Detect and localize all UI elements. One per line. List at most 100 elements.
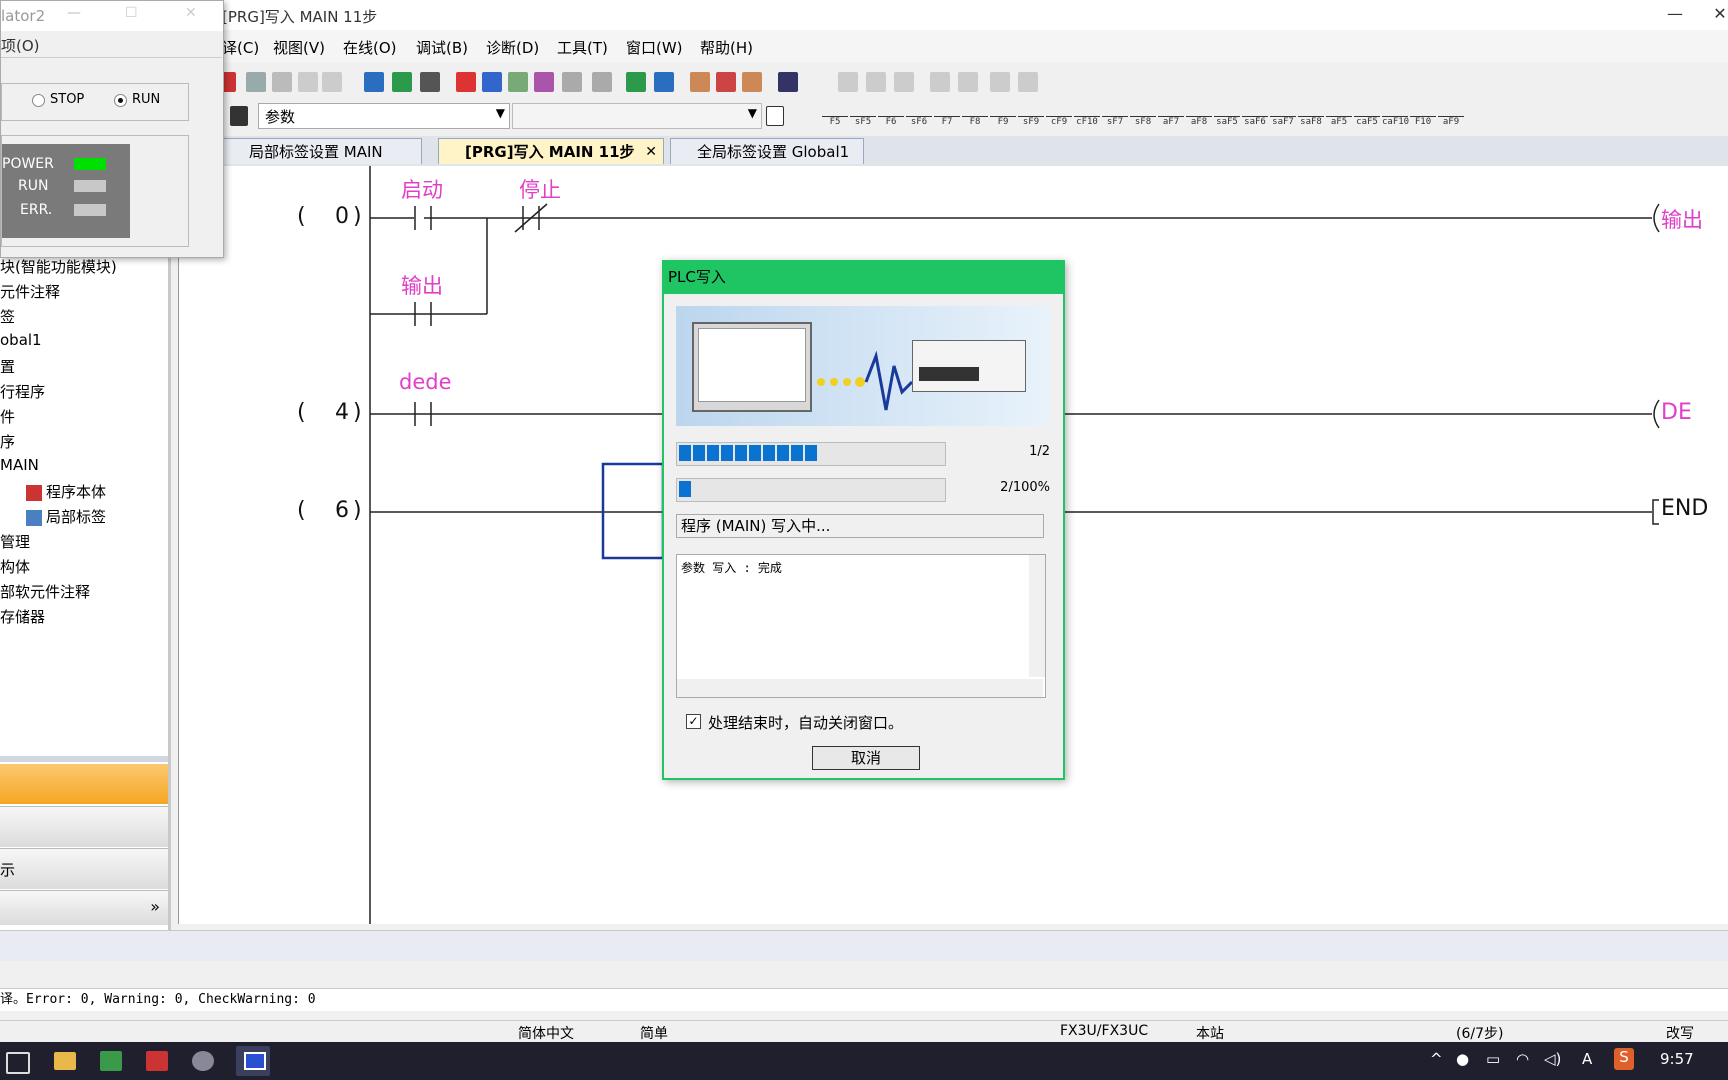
menu-window[interactable]: 窗口(W) xyxy=(626,37,683,58)
tree-item-main[interactable]: MAIN xyxy=(0,456,39,474)
tree-item-intelligent-module[interactable]: 块(智能功能模块) xyxy=(0,256,117,277)
maximize-icon[interactable]: ☐ xyxy=(125,5,138,21)
paste-icon[interactable] xyxy=(272,72,292,92)
stop-radio[interactable] xyxy=(32,94,45,107)
app-icon-1[interactable] xyxy=(100,1051,122,1071)
ladder-tool5-icon[interactable] xyxy=(958,72,978,92)
pane-splitter[interactable] xyxy=(0,756,168,762)
autoclose-checkbox[interactable]: ✓ xyxy=(686,714,701,729)
tree-item-program[interactable]: 序 xyxy=(0,431,15,452)
ladder-tool4-icon[interactable] xyxy=(930,72,950,92)
nav-section-3[interactable]: 示 xyxy=(0,848,168,889)
ladder-key-f5-icon[interactable]: F5 xyxy=(822,104,848,127)
binoculars-icon[interactable] xyxy=(230,106,248,126)
ladder-key-af5-icon[interactable]: aF5 xyxy=(1326,104,1352,127)
ladder-key-af8-icon[interactable]: aF8 xyxy=(1186,104,1212,127)
close-icon[interactable]: ✕ xyxy=(645,139,657,165)
tree-item-management[interactable]: 管理 xyxy=(0,531,30,552)
ladder-key-sf7-icon[interactable]: sF7 xyxy=(1102,104,1128,127)
tree-item-label[interactable]: 签 xyxy=(0,306,15,327)
dev-icon[interactable] xyxy=(626,72,646,92)
gx-works-taskbar-button[interactable] xyxy=(236,1046,270,1076)
verify-icon[interactable] xyxy=(420,72,440,92)
app-icon-2[interactable] xyxy=(146,1051,168,1071)
menu-view[interactable]: 视图(V) xyxy=(273,37,325,58)
wifi-icon[interactable]: ◠ xyxy=(1516,1050,1529,1068)
menu-help[interactable]: 帮助(H) xyxy=(700,37,753,58)
transfer3-icon[interactable] xyxy=(742,72,762,92)
cancel-button[interactable]: 取消 xyxy=(812,746,920,770)
ladder-key-f8-icon[interactable]: F8 xyxy=(962,104,988,127)
tree-item-program-body[interactable]: 程序本体 xyxy=(26,481,106,502)
read-plc-icon[interactable] xyxy=(482,72,502,92)
ladder-key-caf5-icon[interactable]: caF5 xyxy=(1354,104,1380,127)
simulator-menu-options[interactable]: 项(O) xyxy=(1,35,40,56)
task-view-icon[interactable] xyxy=(6,1052,30,1074)
nav-section-active[interactable] xyxy=(0,764,168,804)
print-icon[interactable] xyxy=(766,106,784,126)
ladder-key-f9-icon[interactable]: F9 xyxy=(990,104,1016,127)
parameter-combo[interactable]: 参数 ▼ xyxy=(258,103,510,129)
tree-item-local-device-comment[interactable]: 部软元件注释 xyxy=(0,581,90,602)
tray-qq-icon[interactable]: ● xyxy=(1456,1050,1469,1068)
minimize-icon[interactable]: — xyxy=(67,5,81,21)
ladder-key-af9-icon[interactable]: aF9 xyxy=(1438,104,1464,127)
ladder-tool7-icon[interactable] xyxy=(1018,72,1038,92)
ime-indicator[interactable]: A xyxy=(1582,1050,1592,1068)
menu-compile[interactable]: 译(C) xyxy=(222,37,259,58)
nav-section-4[interactable]: » xyxy=(0,890,168,925)
log-textarea[interactable]: 参数 写入 : 完成 xyxy=(676,554,1046,698)
ladder-key-sf5-icon[interactable]: sF5 xyxy=(850,104,876,127)
ladder-key-sf6-icon[interactable]: sF6 xyxy=(906,104,932,127)
ladder-key-f10-icon[interactable]: F10 xyxy=(1410,104,1436,127)
tree-item-execution-program[interactable]: 行程序 xyxy=(0,381,45,402)
transfer-icon[interactable] xyxy=(690,72,710,92)
write-device-icon[interactable] xyxy=(392,72,412,92)
ladder-tool2-icon[interactable] xyxy=(866,72,886,92)
menu-tools[interactable]: 工具(T) xyxy=(557,37,608,58)
tree-item-memory[interactable]: 存储器 xyxy=(0,606,45,627)
app-icon-3[interactable] xyxy=(192,1051,214,1071)
read-device-icon[interactable] xyxy=(364,72,384,92)
tree-item-structure[interactable]: 构体 xyxy=(0,556,30,577)
ladder-tool6-icon[interactable] xyxy=(990,72,1010,92)
ladder-key-af7-icon[interactable]: aF7 xyxy=(1158,104,1184,127)
cut-icon[interactable] xyxy=(222,72,236,92)
nav-section-2[interactable] xyxy=(0,806,168,847)
expand-chevron-icon[interactable]: » xyxy=(150,897,160,916)
undo-icon[interactable] xyxy=(298,72,318,92)
menu-online[interactable]: 在线(O) xyxy=(343,37,397,58)
tab-global-label-setting[interactable]: 全局标签设置 Global1 xyxy=(670,138,864,164)
ladder-key-sf9-icon[interactable]: sF9 xyxy=(1018,104,1044,127)
tab-local-label-setting[interactable]: 局部标签设置 MAIN [PRG] xyxy=(222,138,422,187)
log-horizontal-scrollbar[interactable] xyxy=(677,679,1043,697)
sogou-icon[interactable]: S xyxy=(1614,1048,1634,1070)
run-radio[interactable] xyxy=(114,94,127,107)
tab-program-write[interactable]: [PRG]写入 MAIN 11步 ✕ xyxy=(438,138,664,164)
tree-item-device-comment[interactable]: 元件注释 xyxy=(0,281,60,302)
ladder-tool3-icon[interactable] xyxy=(894,72,914,92)
transfer2-icon[interactable] xyxy=(716,72,736,92)
menu-debug[interactable]: 调试(B) xyxy=(416,37,468,58)
ladder-key-saf8-icon[interactable]: saF8 xyxy=(1298,104,1324,127)
tree-item-file[interactable]: 件 xyxy=(0,406,15,427)
ladder-key-saf5-icon[interactable]: saF5 xyxy=(1214,104,1240,127)
ladder-key-caf10-icon[interactable]: caF10 xyxy=(1382,104,1409,127)
redo-icon[interactable] xyxy=(322,72,342,92)
simulator-icon[interactable] xyxy=(778,72,798,92)
ladder-key-cf10-icon[interactable]: cF10 xyxy=(1074,104,1100,127)
minimize-button[interactable]: — xyxy=(1655,4,1695,23)
tool-icon[interactable] xyxy=(562,72,582,92)
tree-item-local-label[interactable]: 局部标签 xyxy=(26,506,106,527)
monitor-icon[interactable] xyxy=(508,72,528,92)
ladder-key-sf8-icon[interactable]: sF8 xyxy=(1130,104,1156,127)
close-icon[interactable]: ✕ xyxy=(185,5,197,21)
write-plc-icon[interactable] xyxy=(456,72,476,92)
copy-icon[interactable] xyxy=(246,72,266,92)
ladder-key-f7-icon[interactable]: F7 xyxy=(934,104,960,127)
battery-icon[interactable]: ▭ xyxy=(1486,1050,1500,1068)
file-explorer-icon[interactable] xyxy=(54,1052,76,1070)
tray-chevron-icon[interactable]: ^ xyxy=(1430,1050,1443,1068)
ladder-key-f6-icon[interactable]: F6 xyxy=(878,104,904,127)
ladder-key-cf9-icon[interactable]: cF9 xyxy=(1046,104,1072,127)
